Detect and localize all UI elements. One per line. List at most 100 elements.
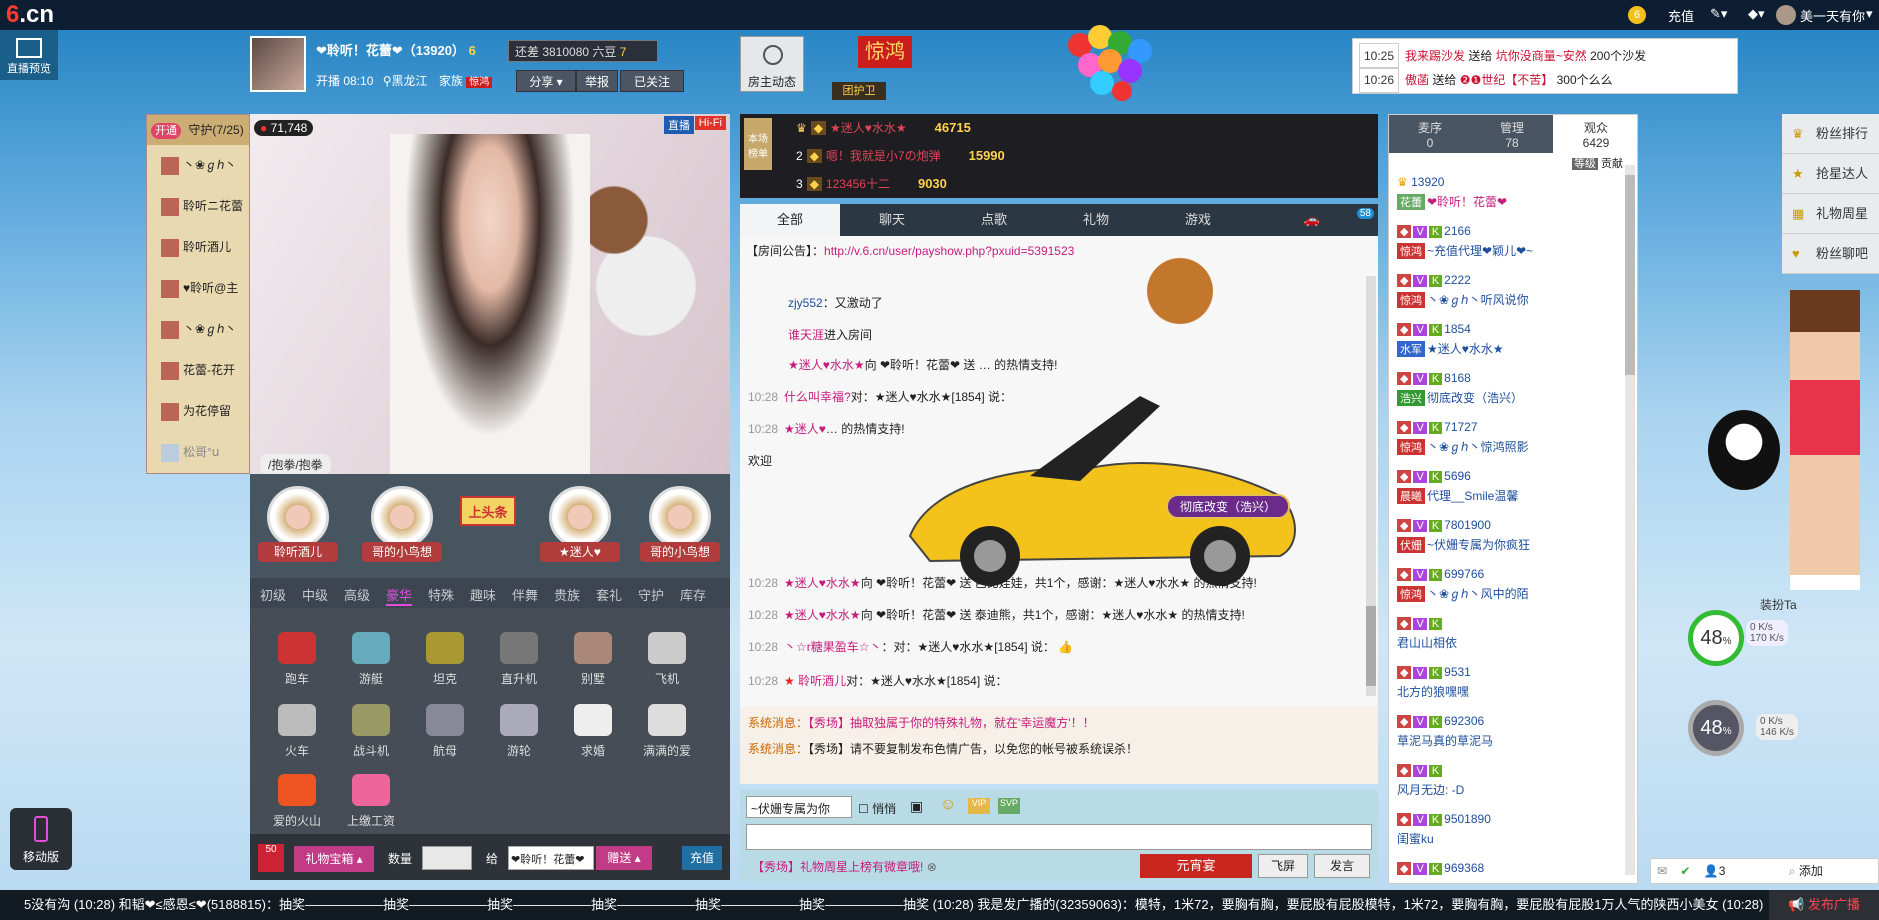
guard-item[interactable]: 花蕾-花开 — [147, 350, 249, 391]
gift-week-star-button[interactable]: ▦ 礼物周星 — [1782, 194, 1879, 234]
search-icon[interactable]: ⌕ — [1789, 864, 1796, 878]
family-banner[interactable]: 惊鸿 — [858, 36, 912, 68]
user-icon[interactable]: 👤 — [1704, 864, 1719, 878]
notice-target[interactable]: ❷❶世纪【不苦】 — [1460, 73, 1554, 87]
chat-messages[interactable]: 【房间公告】：http://v.6.cn/user/payshow.php?px… — [740, 236, 1378, 706]
gift-item[interactable]: 直升机 — [482, 632, 556, 687]
gift-tab[interactable]: 初级 — [260, 585, 286, 604]
ranking-row[interactable]: 2 ◆ 嗯！我就是小7の炮弹 15990 — [796, 142, 1005, 170]
user-row[interactable]: ◆ V K 71727 惊鸿 丶❀ℊℎ丶惊鸿照影 — [1389, 414, 1637, 463]
star-grab-button[interactable]: ★ 抢星达人 — [1782, 154, 1879, 194]
family-tag[interactable]: 惊鸿 — [466, 77, 493, 88]
user-row[interactable]: ◆ V K 969368 — [1389, 855, 1637, 883]
chat-message-input[interactable] — [746, 824, 1372, 850]
gift-tab[interactable]: 高级 — [344, 585, 370, 604]
user-row[interactable]: ◆ V K 9531 北方的狼嘿嘿 — [1389, 659, 1637, 708]
gift-item[interactable]: 跑车 — [260, 632, 334, 687]
recharge-button[interactable]: 充值 — [682, 846, 722, 870]
live-preview-button[interactable]: 直播预览 — [0, 30, 58, 80]
user-row[interactable]: ◆ V K 692306 草泥马真的草泥马 — [1389, 708, 1637, 757]
lantern-feast-button[interactable]: 元宵宴 — [1140, 854, 1252, 878]
chat-user[interactable]: ★迷人♥水水★ — [784, 576, 861, 590]
shield-icon[interactable]: ◆▾ — [1748, 6, 1765, 22]
broadcast-button[interactable]: 📢 发布广播 — [1769, 890, 1879, 920]
giftbox-button[interactable]: 礼物宝箱 ▴ — [294, 846, 374, 872]
fly-screen-button[interactable]: 飞屏 — [1258, 854, 1308, 878]
chat-scroll-thumb[interactable] — [1366, 606, 1376, 686]
penguin-mascot[interactable] — [1708, 410, 1780, 490]
tab-managers[interactable]: 管理 78 — [1471, 115, 1553, 153]
sort-level-button[interactable]: 等级 — [1571, 158, 1598, 170]
notice-user[interactable]: 我来踢沙发 — [1405, 49, 1465, 63]
guard-item[interactable]: 为花停留 — [147, 391, 249, 432]
user-row[interactable]: ◆ V K 风月无边: -D — [1389, 757, 1637, 806]
chat-user[interactable]: ★迷人♥水水★ — [784, 608, 861, 622]
user-row[interactable]: ◆ V K 1854 水军 ★迷人♥水水★ — [1389, 316, 1637, 365]
live-video[interactable]: ● 71,748 直播 Hi-Fi /抱拳/抱拳 — [250, 114, 730, 474]
ranking-row[interactable]: 3 ◆ 123456十二 9030 — [796, 170, 947, 198]
whisper-checkbox[interactable]: ☐ 悄悄 — [858, 800, 896, 817]
gift-item[interactable]: 航母 — [408, 704, 482, 759]
chat-tab-all[interactable]: 全部 — [740, 204, 840, 236]
guard-item[interactable]: 聆听酒儿 — [147, 227, 249, 268]
car-owner-label[interactable]: 彻底改变（浩兴） — [1166, 494, 1291, 519]
add-button[interactable]: 添加 — [1799, 864, 1823, 878]
follow-button[interactable]: 已关注 — [620, 70, 684, 92]
gift-item[interactable]: 求婚 — [556, 704, 630, 759]
chat-user[interactable]: 聆听酒儿 — [798, 674, 846, 688]
tab-mic-queue[interactable]: 麦序 0 — [1389, 115, 1471, 153]
mail-icon[interactable]: ✉ — [1657, 864, 1667, 878]
fan-slot[interactable]: ★迷人♥ — [540, 486, 620, 562]
user-row[interactable]: ◆ V K 8168 浩兴 彻底改变（浩兴） — [1389, 365, 1637, 414]
send-message-button[interactable]: 发言 — [1314, 854, 1370, 878]
gift-item[interactable]: 飞机 — [630, 632, 704, 687]
chat-user[interactable]: zjy552 — [788, 296, 823, 310]
chat-tab-song[interactable]: 点歌 — [944, 204, 1044, 236]
recharge-link[interactable]: 充值 — [1668, 6, 1694, 25]
chat-user[interactable]: 谁天涯 — [788, 328, 824, 342]
avatar-figure[interactable] — [1790, 290, 1860, 590]
close-icon[interactable]: ⊗ — [927, 860, 937, 874]
guard-item[interactable]: 聆听ニ花蕾 — [147, 186, 249, 227]
user-row[interactable]: ◆ V K 9501890 闺蜜ku — [1389, 806, 1637, 855]
gift-item[interactable]: 爱的火山 — [260, 774, 334, 829]
announce-link[interactable]: http://v.6.cn/user/payshow.php?pxuid=539… — [824, 244, 1074, 258]
user-list-scrollbar[interactable] — [1625, 165, 1635, 875]
fan-slot[interactable]: 聆听酒儿 — [258, 486, 338, 562]
gift-tab[interactable]: 特殊 — [428, 585, 454, 604]
gift-tab[interactable]: 中级 — [302, 585, 328, 604]
gift-tab[interactable]: 守护 — [638, 585, 664, 604]
gift-tab[interactable]: 套礼 — [596, 585, 622, 604]
owner-dynamic-button[interactable]: 房主动态 — [740, 36, 804, 92]
car-tab[interactable]: 🚗 — [1252, 204, 1372, 236]
user-row[interactable]: ◆ V K 7801900 伏姗 ~伏姗专属为你疯狂 — [1389, 512, 1637, 561]
gift-item[interactable]: 坦克 — [408, 632, 482, 687]
user-avatar[interactable] — [1776, 5, 1796, 25]
send-gift-button[interactable]: 赠送 ▴ — [596, 846, 652, 870]
user-row[interactable]: ◆ V K 5696 晨曦 代理__Smile温馨 — [1389, 463, 1637, 512]
user-row[interactable]: ◆ V K 2222 惊鸿 丶❀ℊℎ丶听风说你 — [1389, 267, 1637, 316]
gift-tab[interactable]: 伴舞 — [512, 585, 538, 604]
headline-button[interactable]: 上头条 — [460, 496, 516, 526]
user-row[interactable]: ◆ V K 君山山相依 — [1389, 610, 1637, 659]
chat-scrollbar[interactable] — [1366, 276, 1376, 696]
vip-emoji-icon[interactable]: VIP — [968, 798, 990, 814]
chat-user[interactable]: ★迷人♥水水★ — [788, 358, 865, 372]
chat-user[interactable]: ★迷人♥ — [784, 422, 826, 436]
notice-user[interactable]: 傲菡 — [1405, 73, 1429, 87]
ranking-row[interactable]: ♛ ◆ ★迷人♥水水★ 46715 — [796, 114, 971, 142]
check-icon[interactable]: ✔ — [1680, 864, 1690, 878]
dress-up-button[interactable]: 装扮Ta — [1760, 596, 1826, 616]
chat-tab-game[interactable]: 游戏 — [1148, 204, 1248, 236]
gift-item[interactable]: 满满的爱 — [630, 704, 704, 759]
guard-team-tag[interactable]: 团护卫 — [832, 82, 886, 100]
guard-item[interactable]: ♥聆听@主 — [147, 268, 249, 309]
chat-user[interactable]: 什么叫幸福? — [784, 390, 851, 404]
edit-icon[interactable]: ✎▾ — [1710, 6, 1727, 22]
user-list-scroll-thumb[interactable] — [1625, 175, 1635, 375]
guard-item[interactable]: 松哥°ս — [147, 432, 249, 473]
tab-audience[interactable]: 观众 6429 — [1553, 115, 1637, 153]
chevron-down-icon[interactable]: ▾ — [1866, 6, 1873, 22]
fans-chat-button[interactable]: ♥ 粉丝聊吧 — [1782, 234, 1879, 274]
image-icon[interactable]: ▣ — [910, 798, 923, 815]
